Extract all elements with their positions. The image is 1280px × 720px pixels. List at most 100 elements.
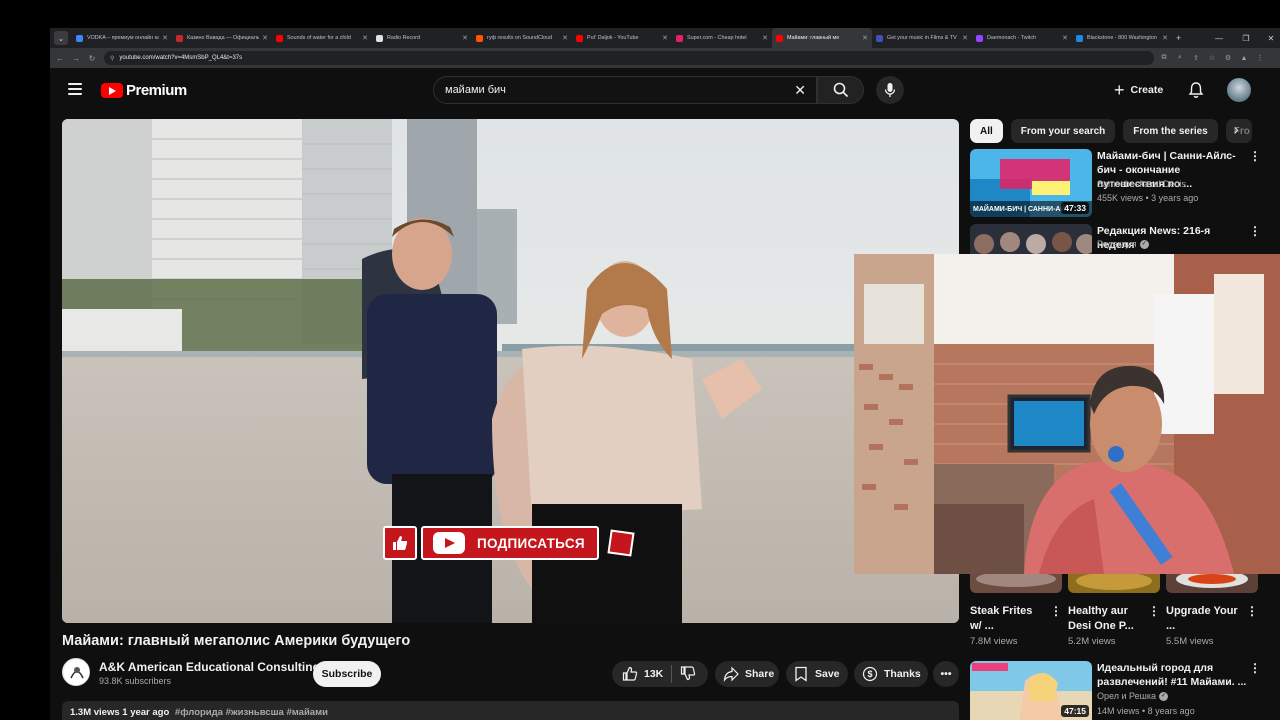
chip-from-the-series[interactable]: From the series: [1123, 119, 1218, 143]
share-button[interactable]: Share: [715, 661, 779, 687]
youtube-logo[interactable]: Premium: [101, 82, 187, 99]
zoom-icon[interactable]: ⌕: [1174, 52, 1186, 64]
recommendation-item[interactable]: 47:15 Идеальный город для развлечений! #…: [970, 661, 1261, 720]
save-button[interactable]: Save: [786, 661, 848, 687]
open-in-app-icon[interactable]: ⧉: [1158, 52, 1170, 64]
short-item[interactable]: Healthy aur Desi One P... 5.2M views ⋮: [1068, 573, 1160, 647]
chevron-right-icon[interactable]: ›: [1234, 121, 1239, 137]
tab-close-icon[interactable]: ✕: [1062, 34, 1068, 42]
more-vertical-icon[interactable]: ⋮: [1148, 604, 1160, 618]
short-thumbnail[interactable]: [970, 573, 1062, 593]
browser-tab[interactable]: Radio Record ✕: [372, 28, 472, 48]
tab-close-icon[interactable]: ✕: [1162, 34, 1168, 42]
channel-avatar[interactable]: [62, 658, 90, 686]
short-item[interactable]: Steak Frites w/ ... 7.8M views ⋮: [970, 573, 1062, 647]
tab-close-icon[interactable]: ✕: [962, 34, 968, 42]
tab-close-icon[interactable]: ✕: [462, 34, 468, 42]
browser-tab[interactable]: Sounds of water for a child ✕: [272, 28, 372, 48]
recommendation-item[interactable]: Редакция News: 216-я неделя Редакция ✓ ⋮: [970, 224, 1261, 254]
tab-favicon-icon: [676, 34, 683, 42]
search-button[interactable]: [817, 76, 864, 104]
subscribe-button[interactable]: Subscribe: [313, 661, 381, 687]
site-info-icon[interactable]: ⚲: [110, 55, 114, 62]
tab-close-icon[interactable]: ✕: [662, 34, 668, 42]
recommendation-channel-row[interactable]: Редакция ✓: [1097, 239, 1149, 250]
like-button[interactable]: 13K: [612, 666, 663, 682]
chip-from-your-search[interactable]: From your search: [1010, 119, 1116, 143]
notifications-bell-icon[interactable]: [1187, 81, 1205, 99]
more-vertical-icon[interactable]: ⋮: [1050, 604, 1062, 618]
short-thumbnail[interactable]: [1166, 573, 1258, 593]
channel-name[interactable]: A&K American Educational Consulting: [99, 660, 320, 674]
tab-close-icon[interactable]: ✕: [562, 34, 568, 42]
thumbs-down-icon: [681, 665, 696, 680]
thanks-button[interactable]: $ Thanks: [854, 661, 928, 687]
address-bar[interactable]: ⚲ youtube.com/watch?v=4MsmSbP_QL4&t=37s: [104, 51, 1154, 65]
tab-close-icon[interactable]: ✕: [862, 34, 868, 42]
hashtags[interactable]: #флорида #жизньвсша #майами: [175, 707, 328, 718]
clear-search-icon[interactable]: ✕: [794, 82, 806, 99]
recommendation-thumbnail[interactable]: [970, 224, 1092, 254]
browser-tab[interactable]: Get your music in Films & TV ✕: [872, 28, 972, 48]
search-input[interactable]: [445, 84, 775, 96]
more-actions-button[interactable]: •••: [933, 661, 959, 687]
tab-favicon-icon: [576, 34, 583, 42]
create-button[interactable]: + Create: [1108, 77, 1169, 103]
recommendation-item[interactable]: МАЙАМИ-БИЧ | САННИ-АЙ 47:33 Майами-бич |…: [970, 149, 1261, 219]
tab-close-icon[interactable]: ✕: [762, 34, 768, 42]
browser-tab[interactable]: Super.com - Cheap hotel ✕: [672, 28, 772, 48]
browser-tab[interactable]: Put' Daljok - YouTube ✕: [572, 28, 672, 48]
short-title[interactable]: Upgrade Your ...: [1166, 604, 1242, 634]
minimize-button[interactable]: —: [1210, 28, 1228, 48]
tab-close-icon[interactable]: ✕: [262, 34, 268, 42]
video-player[interactable]: ПОДПИСАТЬСЯ: [62, 119, 959, 623]
recommendation-channel-row[interactable]: Орел и Решка ✓: [1097, 691, 1168, 702]
views-and-date: 1.3M views 1 year ago: [70, 707, 170, 718]
recommendation-channel: Редакция: [1097, 239, 1137, 249]
dislike-button[interactable]: [680, 665, 696, 684]
browser-tab[interactable]: VODKA – премиум онлайн казино✕: [72, 28, 172, 48]
overlay-subscribe-text: ПОДПИСАТЬСЯ: [477, 535, 585, 551]
tab-favicon-icon: [76, 34, 83, 42]
user-avatar[interactable]: [1227, 78, 1251, 102]
recommendation-thumbnail[interactable]: 47:15: [970, 661, 1092, 720]
back-button[interactable]: ←: [52, 54, 68, 63]
short-item[interactable]: Upgrade Your ... 5.5M views ⋮: [1166, 573, 1258, 647]
recommendation-channel[interactable]: Samsebeskazal Denis: [1097, 179, 1186, 189]
browser-tab[interactable]: гуф results on SoundCloud ✕: [472, 28, 572, 48]
browser-menu-icon[interactable]: ⋮: [1254, 52, 1266, 64]
bookmark-star-icon[interactable]: ☆: [1206, 52, 1218, 64]
short-thumbnail[interactable]: [1068, 573, 1160, 593]
restore-button[interactable]: ❐: [1237, 28, 1255, 48]
menu-icon[interactable]: [68, 83, 82, 95]
tab-close-icon[interactable]: ✕: [162, 34, 168, 42]
browser-tab[interactable]: Blackstone - 800 Washington ✕: [1072, 28, 1172, 48]
tab-title: Radio Record: [387, 35, 420, 41]
profile-extension-icon[interactable]: ▲: [1238, 52, 1250, 64]
extension-icon[interactable]: ⚙: [1222, 52, 1234, 64]
recommendation-title[interactable]: Идеальный город для развлечений! #11 Май…: [1097, 661, 1247, 689]
more-vertical-icon[interactable]: ⋮: [1246, 604, 1258, 618]
short-title[interactable]: Steak Frites w/ ...: [970, 604, 1046, 634]
reload-button[interactable]: ↻: [84, 54, 100, 63]
more-vertical-icon[interactable]: ⋮: [1249, 149, 1261, 163]
short-views: 5.5M views: [1166, 636, 1214, 647]
forward-button[interactable]: →: [68, 54, 84, 63]
search-box[interactable]: ✕: [433, 76, 817, 104]
browser-tab[interactable]: Майами: главный ме ✕: [772, 28, 872, 48]
more-vertical-icon[interactable]: ⋮: [1249, 661, 1261, 675]
share-page-icon[interactable]: ⇪: [1190, 52, 1202, 64]
recommendation-thumbnail[interactable]: МАЙАМИ-БИЧ | САННИ-АЙ 47:33: [970, 149, 1092, 217]
browser-tab[interactable]: Daemonach - Twitch ✕: [972, 28, 1072, 48]
browser-tab[interactable]: Казино Вавада — Официальный✕: [172, 28, 272, 48]
description-box[interactable]: 1.3M views 1 year ago #флорида #жизньвсш…: [62, 701, 959, 720]
tab-close-icon[interactable]: ✕: [362, 34, 368, 42]
close-window-button[interactable]: ✕: [1262, 28, 1280, 48]
more-vertical-icon[interactable]: ⋮: [1249, 224, 1261, 238]
tab-search-button[interactable]: ⌄: [54, 31, 68, 45]
chip-all[interactable]: All: [970, 119, 1003, 143]
new-tab-button[interactable]: +: [1176, 33, 1181, 43]
verified-badge-icon: ✓: [1139, 240, 1149, 250]
voice-search-button[interactable]: [876, 76, 904, 104]
short-title[interactable]: Healthy aur Desi One P...: [1068, 604, 1144, 634]
